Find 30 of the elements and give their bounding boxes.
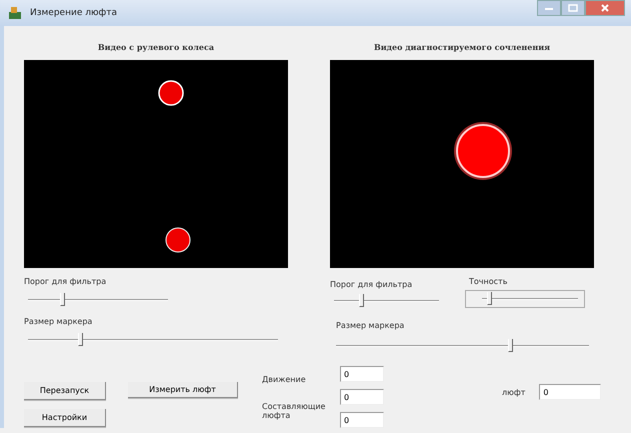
slider-label: Порог для фильтра xyxy=(24,277,108,286)
slider[interactable] xyxy=(28,292,168,308)
slider[interactable] xyxy=(465,290,585,308)
close-button[interactable] xyxy=(585,0,625,16)
app-icon xyxy=(8,6,22,20)
restart-button[interactable]: Перезапуск xyxy=(24,382,106,400)
maximize-button[interactable] xyxy=(561,0,585,16)
slider-label: Размер маркера xyxy=(336,321,406,330)
minimize-button[interactable] xyxy=(537,0,561,16)
input-field[interactable]: 0 xyxy=(340,366,384,382)
field-label: Движение xyxy=(262,375,307,384)
slider-label: Порог для фильтра xyxy=(330,280,414,289)
slider[interactable] xyxy=(334,293,439,309)
input-field[interactable]: 0 xyxy=(340,389,384,405)
slider-label: Размер маркера xyxy=(24,317,94,326)
input-field[interactable]: 0 xyxy=(340,412,384,428)
settings-button[interactable]: Настройки xyxy=(24,409,106,427)
slider-label: Точность xyxy=(469,277,508,286)
field-label: Составляющие люфта xyxy=(262,402,326,420)
slider[interactable] xyxy=(28,332,278,348)
video-title: Видео с рулевого колеса xyxy=(96,41,216,54)
field-label: люфт xyxy=(502,388,526,396)
input-field[interactable]: 0 xyxy=(539,384,602,400)
slider[interactable] xyxy=(336,338,589,354)
measure-button[interactable]: Измерить люфт xyxy=(128,382,238,398)
window-title: Измерение люфта xyxy=(30,8,118,18)
maximize-icon xyxy=(568,4,578,12)
video-title: Видео диагностируемого сочленения xyxy=(372,41,552,54)
close-icon xyxy=(600,4,610,12)
minimize-icon xyxy=(544,5,554,11)
